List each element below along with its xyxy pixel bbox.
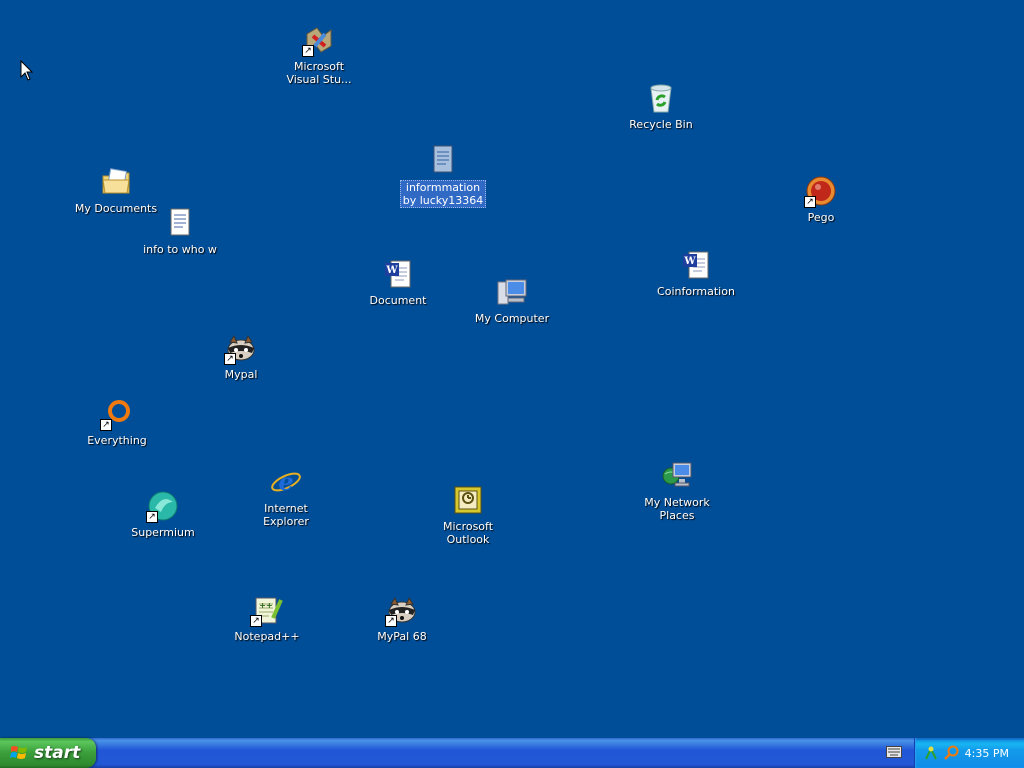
internet-explorer-icon: e — [270, 466, 302, 498]
shortcut-arrow-icon: ↗ — [804, 196, 816, 208]
desktop-icon-label: informmation by lucky13364 — [399, 180, 487, 208]
network-tray-icon[interactable] — [923, 745, 939, 761]
svg-text:W: W — [385, 265, 398, 276]
svg-text:W: W — [683, 256, 696, 267]
taskbar: start 4:35 PM — [0, 738, 1024, 768]
shortcut-arrow-icon: ↗ — [146, 511, 158, 523]
desktop-icon-my-network-places[interactable]: My Network Places — [629, 460, 725, 522]
shortcut-arrow-icon: ↗ — [100, 419, 112, 431]
desktop-icon-label: Notepad++ — [234, 630, 300, 643]
desktop-icon-recycle-bin[interactable]: Recycle Bin — [613, 82, 709, 131]
shortcut-arrow-icon: ↗ — [385, 615, 397, 627]
shortcut-arrow-icon: ↗ — [224, 353, 236, 365]
word-document-icon: W — [680, 249, 712, 281]
shortcut-arrow-icon: ↗ — [302, 45, 314, 57]
desktop-icon-label: My Computer — [474, 312, 550, 325]
notepad-plus-plus-icon: ++ ↗ — [250, 594, 283, 627]
desktop[interactable]: ↗ Microsoft Visual Stu... Recycle Bin My… — [0, 0, 1024, 738]
desktop-icon-label: Recycle Bin — [629, 118, 693, 131]
desktop-icon-label: Mypal — [224, 368, 258, 381]
desktop-icon-everything[interactable]: ↗ Everything — [69, 398, 165, 447]
desktop-icon-internet-explorer[interactable]: e Internet Explorer — [238, 466, 334, 528]
desktop-icon-label: My Network Places — [644, 496, 710, 522]
word-document-icon: W — [382, 258, 414, 290]
desktop-icon-label: Supermium — [131, 526, 195, 539]
pego-icon: ↗ — [804, 175, 837, 208]
desktop-icon-information[interactable]: informmation by lucky13364 — [395, 144, 491, 208]
text-document-icon — [164, 207, 196, 239]
mypal-raccoon-icon: ↗ — [224, 332, 257, 365]
my-documents-icon — [100, 166, 132, 198]
my-computer-icon — [496, 276, 528, 308]
outlook-icon — [452, 484, 484, 516]
keyboard-icon[interactable] — [886, 746, 902, 758]
text-document-icon — [427, 144, 459, 176]
desktop-icon-label: Document — [369, 294, 427, 307]
desktop-icon-label: Microsoft Visual Stu... — [286, 60, 352, 86]
desktop-icon-label: info to who w — [143, 243, 217, 256]
start-button[interactable]: start — [0, 738, 96, 768]
desktop-icon-label: Microsoft Outlook — [442, 520, 494, 546]
system-tray: 4:35 PM — [914, 738, 1024, 768]
desktop-icon-notepad-plus-plus[interactable]: ++ ↗ Notepad++ — [219, 594, 315, 643]
desktop-icon-label: Pego — [807, 211, 835, 224]
taskbar-clock[interactable]: 4:35 PM — [965, 747, 1009, 760]
shortcut-arrow-icon: ↗ — [250, 615, 262, 627]
mouse-cursor-icon — [20, 60, 34, 81]
start-label: start — [34, 743, 81, 763]
supermium-icon: ↗ — [146, 490, 179, 523]
visual-studio-icon: ↗ — [302, 24, 335, 57]
desktop-icon-document[interactable]: W Document — [350, 258, 446, 307]
desktop-icon-visual-studio[interactable]: ↗ Microsoft Visual Stu... — [271, 24, 367, 86]
desktop-icon-label: Internet Explorer — [263, 502, 309, 528]
svg-text:++: ++ — [259, 601, 272, 610]
desktop-icon-label: Coinformation — [657, 285, 735, 298]
windows-flag-icon — [10, 746, 27, 759]
desktop-icon-label: Everything — [87, 434, 147, 447]
desktop-icon-supermium[interactable]: ↗ Supermium — [115, 490, 211, 539]
desktop-icon-mypal68[interactable]: ↗ MyPal 68 — [354, 594, 450, 643]
desktop-icon-coinformation[interactable]: W Coinformation — [648, 249, 744, 298]
desktop-icon-label: MyPal 68 — [377, 630, 427, 643]
desktop-icon-info-to-who[interactable]: info to who w — [132, 207, 228, 256]
desktop-icon-mypal[interactable]: ↗ Mypal — [193, 332, 289, 381]
desktop-icon-pego[interactable]: ↗ Pego — [773, 175, 869, 224]
mypal-raccoon-icon: ↗ — [385, 594, 418, 627]
everything-search-icon: ↗ — [100, 398, 133, 431]
desktop-icon-my-computer[interactable]: My Computer — [464, 276, 560, 325]
svg-text:e: e — [278, 467, 293, 496]
recycle-bin-icon — [645, 82, 677, 114]
desktop-icon-outlook[interactable]: Microsoft Outlook — [420, 484, 516, 546]
network-places-icon — [661, 460, 693, 492]
search-tray-icon[interactable] — [943, 745, 959, 761]
